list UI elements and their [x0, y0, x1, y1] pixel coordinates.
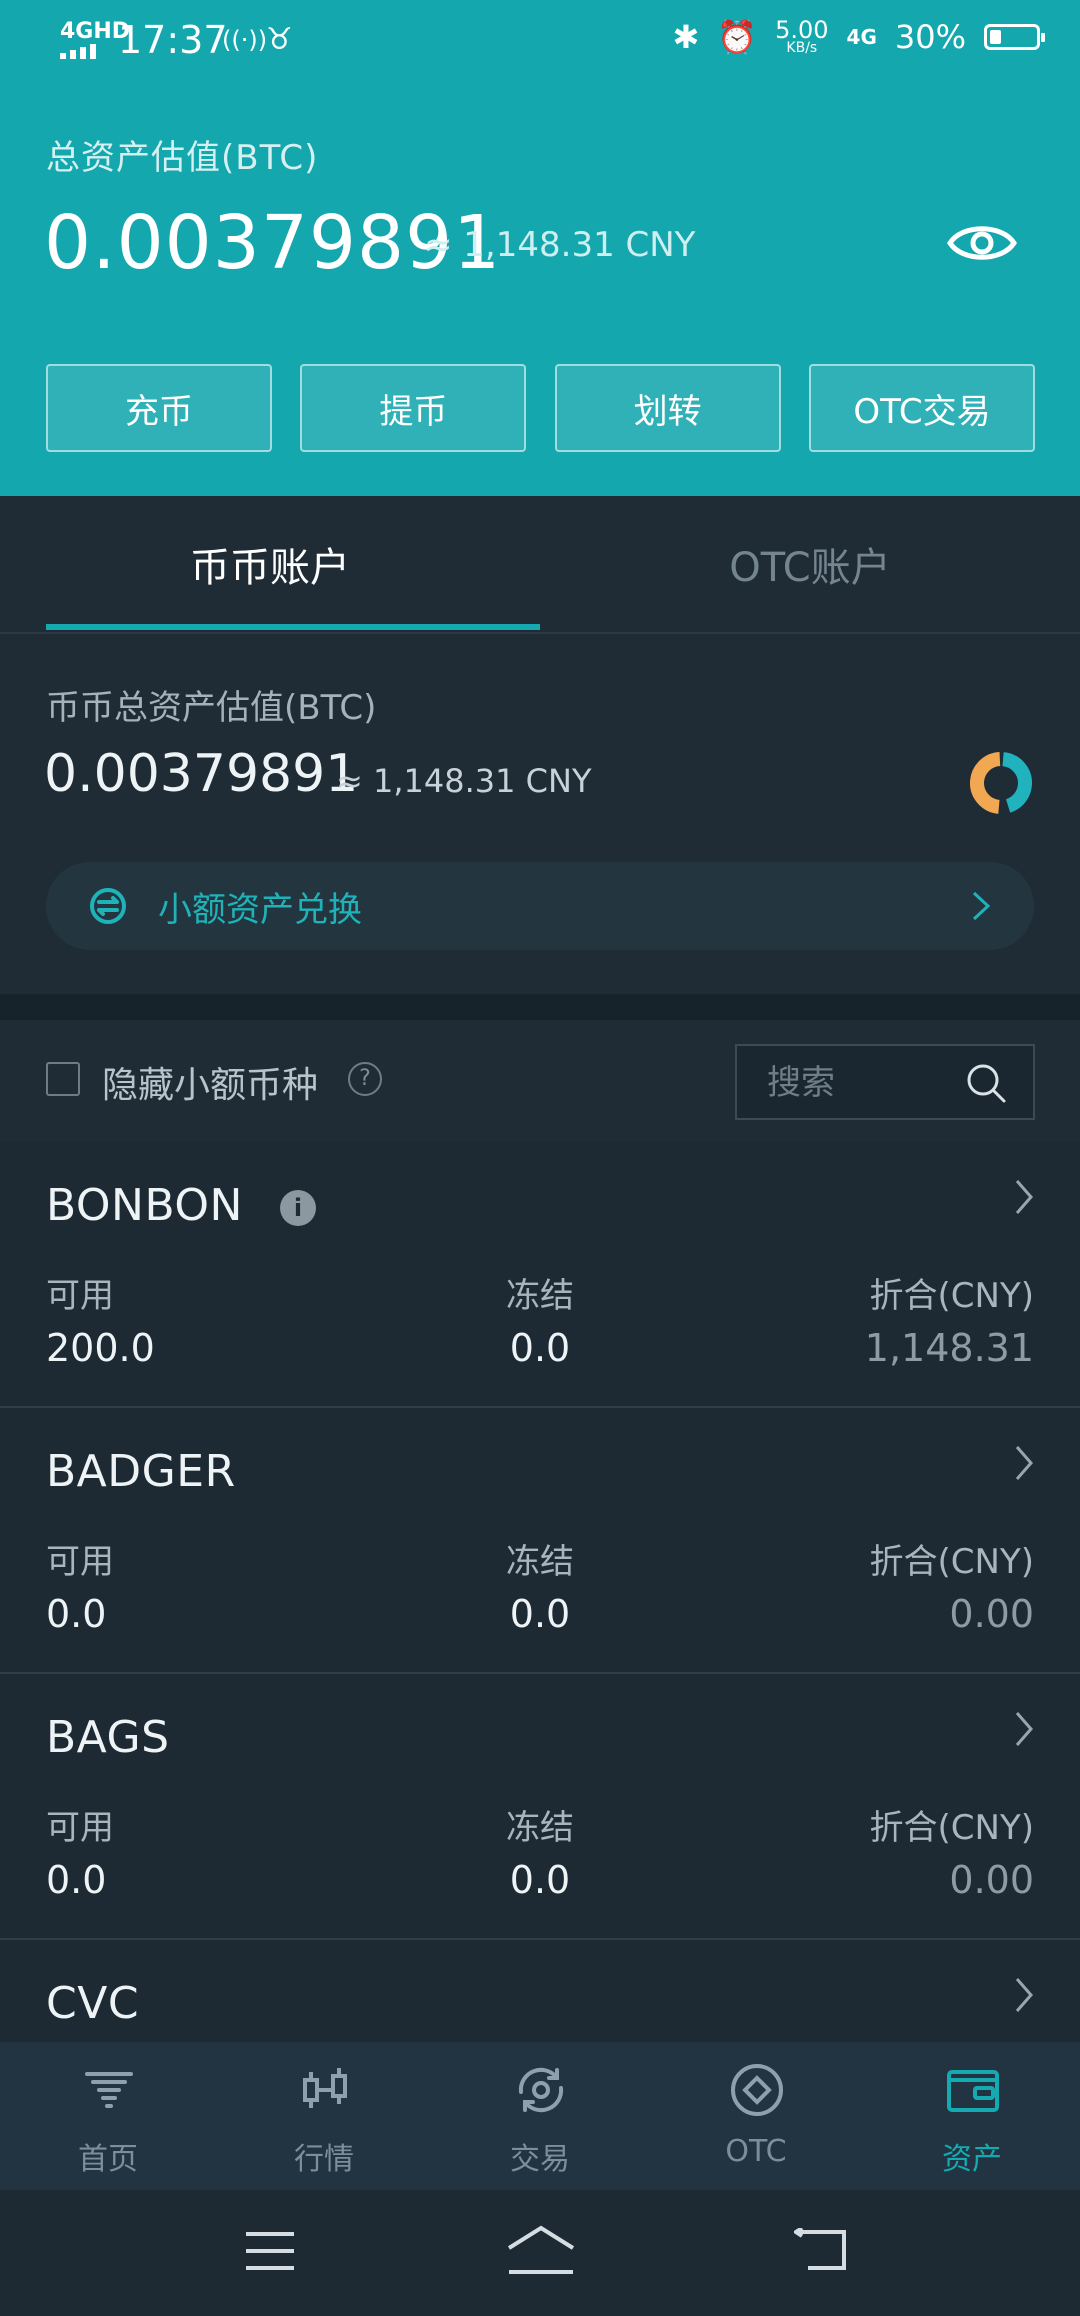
total-asset-cny: ≈ 1,148.31 CNY: [424, 225, 696, 265]
otc-icon: [731, 2064, 783, 2116]
nav-assets[interactable]: 资产: [864, 2042, 1080, 2190]
pie-chart-icon[interactable]: [966, 748, 1036, 818]
spot-total-cny: ≈ 1,148.31 CNY: [336, 762, 592, 800]
spot-summary: 币币总资产估值(BTC) 0.00379891 ≈ 1,148.31 CNY 小…: [0, 634, 1080, 994]
spot-total-title: 币币总资产估值(BTC): [46, 688, 377, 728]
info-icon[interactable]: i: [280, 1190, 316, 1226]
small-asset-exchange-button[interactable]: 小额资产兑换: [46, 862, 1034, 950]
equiv-label: 折合(CNY): [869, 1808, 1034, 1848]
available-value: 0.0: [46, 1858, 107, 1902]
chevron-right-icon: [1015, 1978, 1033, 2012]
hide-small-checkbox[interactable]: [46, 1062, 80, 1096]
chevron-right-icon: [972, 891, 991, 921]
account-tabs: 币币账户 OTC账户: [0, 496, 1080, 634]
list-item[interactable]: BADGER 可用 冻结 折合(CNY) 0.0 0.0 0.00: [0, 1408, 1080, 1674]
hotspot-icon: ((·)): [222, 26, 268, 54]
list-item[interactable]: CVC: [0, 1940, 1080, 2042]
frozen-label: 冻结: [506, 1276, 574, 1316]
tab-otc-account[interactable]: OTC账户: [540, 496, 1080, 632]
transfer-button[interactable]: 划转: [554, 364, 781, 452]
equiv-value: 0.00: [949, 1592, 1034, 1636]
network-speed: 5.00 KB/s: [775, 16, 829, 56]
nav-home[interactable]: 首页: [0, 2042, 216, 2190]
nav-trade-label: 交易: [510, 2142, 570, 2177]
withdraw-button[interactable]: 提币: [300, 364, 527, 452]
hide-small-label[interactable]: 隐藏小额币种: [102, 1056, 318, 1108]
home-icon: [85, 2072, 133, 2108]
asset-name: BAGS: [46, 1712, 170, 1763]
candlestick-icon: [303, 2068, 347, 2108]
chevron-right-icon: [1015, 1180, 1033, 1214]
available-value: 200.0: [46, 1326, 155, 1370]
action-buttons: 充币 提币 划转 OTC交易: [46, 364, 1035, 452]
chevron-right-icon: [1015, 1446, 1033, 1480]
asset-name: BONBON: [46, 1180, 243, 1231]
nav-market[interactable]: 行情: [216, 2042, 432, 2190]
nav-otc[interactable]: OTC: [648, 2042, 864, 2190]
help-icon[interactable]: ?: [348, 1062, 382, 1096]
available-label: 可用: [46, 1808, 114, 1848]
equiv-label: 折合(CNY): [869, 1542, 1034, 1582]
nav-home-label: 首页: [78, 2142, 138, 2177]
trade-icon: [518, 2067, 564, 2113]
frozen-label: 冻结: [506, 1542, 574, 1582]
home-nav-icon[interactable]: [505, 2224, 577, 2276]
frozen-value: 0.0: [509, 1326, 571, 1370]
list-item[interactable]: BONBON i 可用 冻结 折合(CNY) 200.0 0.0 1,148.3…: [0, 1142, 1080, 1408]
chevron-right-icon: [1015, 1712, 1033, 1746]
deposit-button[interactable]: 充币: [46, 364, 272, 452]
bottom-nav: 首页 行情 交易 OTC 资产: [0, 2042, 1080, 2190]
equiv-value: 1,148.31: [864, 1326, 1034, 1370]
search-icon[interactable]: [965, 1062, 1007, 1104]
system-nav-bar: [0, 2190, 1080, 2316]
bull-icon: ♉: [266, 22, 293, 57]
small-asset-exchange-label: 小额资产兑换: [158, 889, 362, 930]
status-bar: 4GHD 17:37 ((·)) ♉ ✱ ⏰ 5.00 KB/s 4G 30%: [0, 0, 1080, 84]
search-box[interactable]: [735, 1044, 1035, 1120]
available-value: 0.0: [46, 1592, 107, 1636]
available-label: 可用: [46, 1276, 114, 1316]
filter-row: 隐藏小额币种 ?: [0, 1020, 1080, 1144]
clock: 17:37: [118, 18, 228, 62]
exchange-icon: [90, 888, 126, 924]
tab-spot-account[interactable]: 币币账户: [0, 496, 540, 632]
back-icon[interactable]: [794, 2228, 850, 2274]
list-item[interactable]: BAGS 可用 冻结 折合(CNY) 0.0 0.0 0.00: [0, 1674, 1080, 1940]
total-asset-title: 总资产估值(BTC): [46, 138, 319, 178]
network-type-2: 4G: [846, 25, 877, 49]
spot-total-value: 0.00379891: [44, 744, 359, 804]
equiv-label: 折合(CNY): [869, 1276, 1034, 1316]
eye-icon[interactable]: [946, 218, 1018, 268]
bluetooth-icon: ✱: [672, 18, 700, 56]
asset-name: BADGER: [46, 1446, 236, 1497]
section-divider: [0, 994, 1080, 1020]
asset-name: CVC: [46, 1978, 140, 2029]
nav-otc-label: OTC: [725, 2134, 787, 2169]
equiv-value: 0.00: [949, 1858, 1034, 1902]
battery-percent: 30%: [894, 18, 966, 56]
wallet-icon: [947, 2070, 999, 2112]
nav-market-label: 行情: [294, 2142, 354, 2177]
nav-trade[interactable]: 交易: [432, 2042, 648, 2190]
frozen-value: 0.0: [509, 1858, 571, 1902]
search-input[interactable]: [765, 1058, 949, 1108]
battery-icon: [984, 24, 1045, 50]
nav-assets-label: 资产: [942, 2142, 1002, 2177]
asset-header: 4GHD 17:37 ((·)) ♉ ✱ ⏰ 5.00 KB/s 4G 30% 总…: [0, 0, 1080, 496]
otc-trade-button[interactable]: OTC交易: [808, 364, 1035, 452]
asset-list: BONBON i 可用 冻结 折合(CNY) 200.0 0.0 1,148.3…: [0, 1142, 1080, 2042]
frozen-label: 冻结: [506, 1808, 574, 1848]
frozen-value: 0.0: [509, 1592, 571, 1636]
active-tab-indicator: [46, 624, 540, 630]
alarm-icon: ⏰: [717, 18, 758, 56]
menu-icon[interactable]: [244, 2230, 296, 2272]
available-label: 可用: [46, 1542, 114, 1582]
